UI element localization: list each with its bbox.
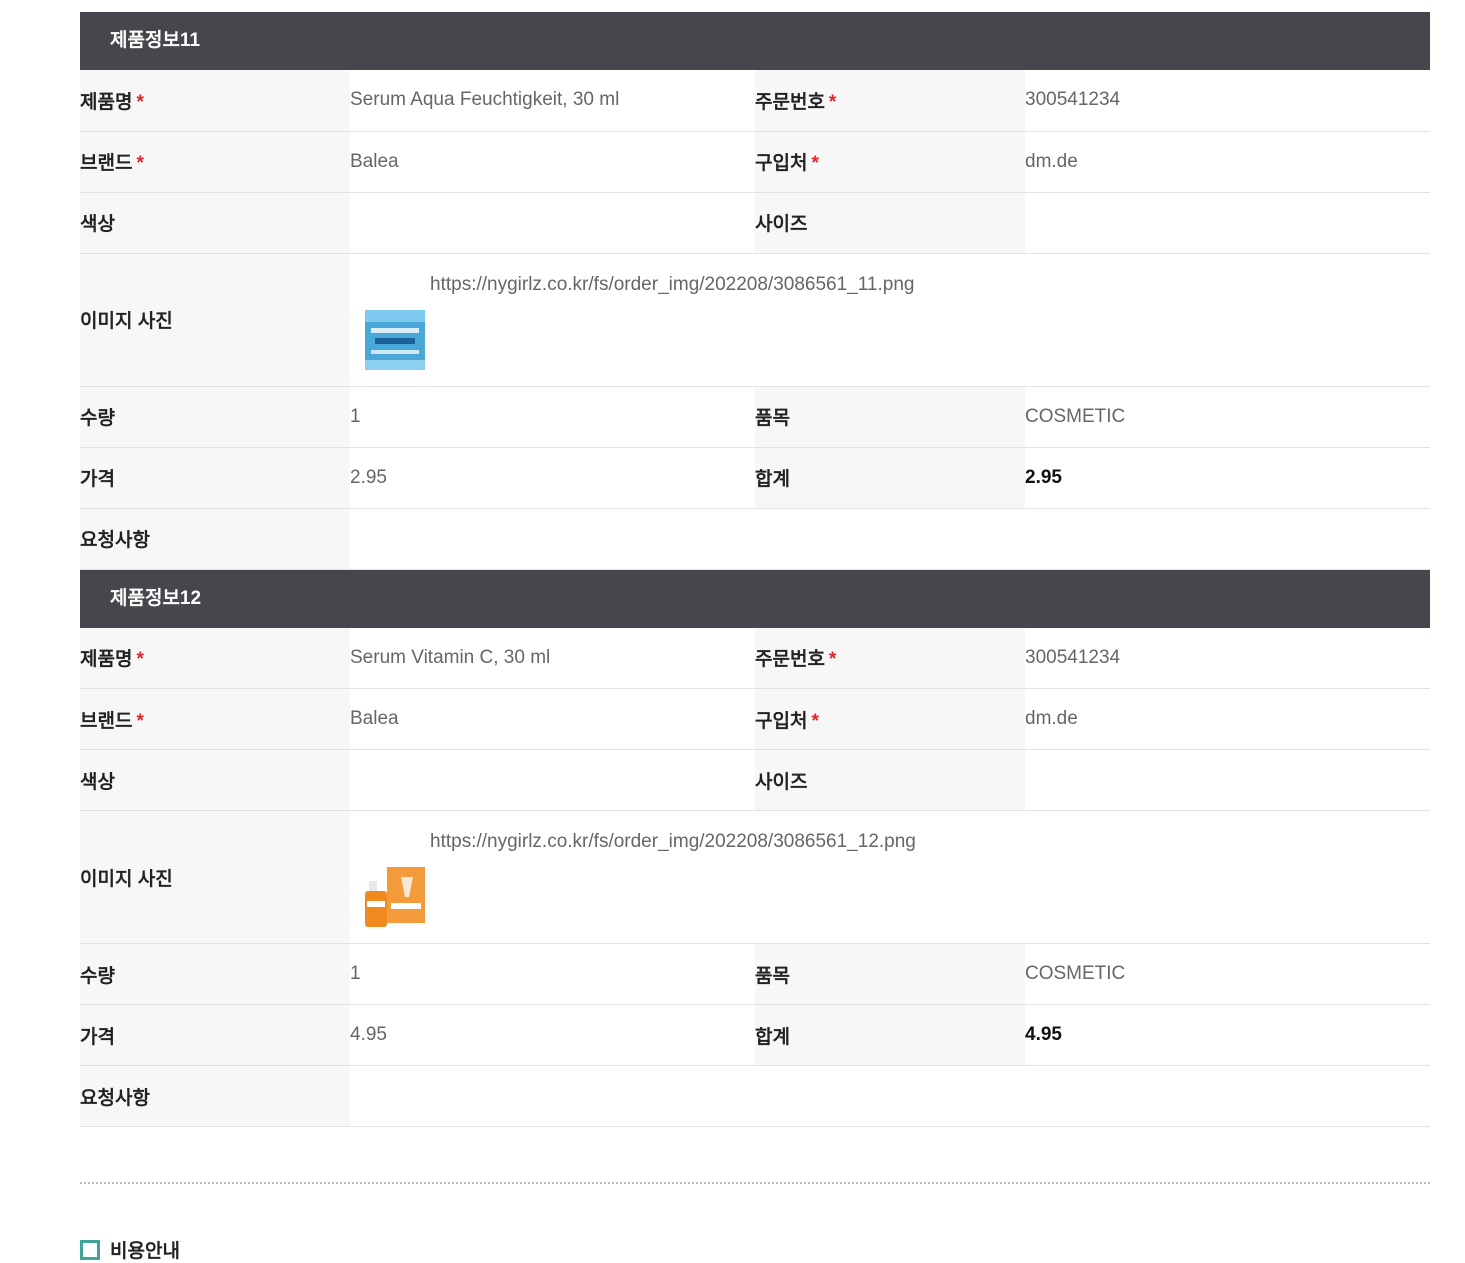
color-label: 색상: [80, 749, 350, 811]
table-row: 색상 사이즈: [80, 749, 1430, 811]
table-row: 수량 1 품목 COSMETIC: [80, 943, 1430, 1005]
brand-value: Balea: [350, 131, 755, 193]
table-row: 가격 4.95 합계 4.95: [80, 1004, 1430, 1066]
required-mark: *: [136, 91, 144, 113]
product-info-table: 제품명 * Serum Aqua Feuchtigkeit, 30 ml 주문번호…: [80, 70, 1430, 570]
order-number-label: 주문번호 *: [755, 627, 1025, 689]
table-row: 제품명 * Serum Aqua Feuchtigkeit, 30 ml 주문번호…: [80, 70, 1430, 132]
store-label: 구입처 *: [755, 131, 1025, 193]
store-value: dm.de: [1025, 688, 1430, 750]
order-number-value: 300541234: [1025, 70, 1430, 132]
color-value: [350, 749, 755, 811]
price-value: 2.95: [350, 447, 755, 509]
table-row: 요청사항: [80, 508, 1430, 570]
required-mark: *: [136, 153, 144, 174]
size-label: 사이즈: [755, 749, 1025, 811]
category-value: COSMETIC: [1025, 943, 1430, 1005]
quantity-label: 수량: [80, 943, 350, 1005]
quantity-value: 1: [350, 943, 755, 1005]
table-row: 브랜드 * Balea 구입처 * dm.de: [80, 688, 1430, 750]
image-url-link[interactable]: https://nygirlz.co.kr/fs/order_img/20220…: [430, 831, 916, 853]
brand-value: Balea: [350, 688, 755, 750]
store-label: 구입처 *: [755, 688, 1025, 750]
product-name-value: Serum Aqua Feuchtigkeit, 30 ml: [350, 70, 755, 132]
size-value: [1025, 192, 1430, 254]
color-label: 색상: [80, 192, 350, 254]
quantity-value: 1: [350, 386, 755, 448]
category-label: 품목: [755, 943, 1025, 1005]
request-label: 요청사항: [80, 1065, 350, 1127]
order-number-label: 주문번호 *: [755, 70, 1025, 132]
product-name-value: Serum Vitamin C, 30 ml: [350, 627, 755, 689]
image-label: 이미지 사진: [80, 253, 350, 387]
price-label: 가격: [80, 1004, 350, 1066]
image-cell: https://nygirlz.co.kr/fs/order_img/20220…: [350, 810, 1430, 944]
category-value: COSMETIC: [1025, 386, 1430, 448]
total-value: 4.95: [1025, 1004, 1430, 1066]
required-mark: *: [811, 153, 819, 174]
fee-section-title: 비용안내: [80, 1236, 180, 1263]
product-info-list: 제품정보11 제품명 * Serum Aqua Feuchtigkeit, 30 …: [80, 12, 1430, 1127]
table-row: 요청사항: [80, 1065, 1430, 1127]
required-mark: *: [811, 710, 819, 732]
product-name-label: 제품명 *: [80, 627, 350, 689]
image-label: 이미지 사진: [80, 810, 350, 944]
brand-label: 브랜드 *: [80, 688, 350, 750]
price-value: 4.95: [350, 1004, 755, 1066]
product-thumbnail[interactable]: [365, 309, 425, 370]
color-value: [350, 192, 755, 254]
total-label: 합계: [755, 1004, 1025, 1066]
required-mark: *: [136, 710, 144, 732]
order-number-value: 300541234: [1025, 627, 1430, 689]
table-row: 수량 1 품목 COSMETIC: [80, 386, 1430, 448]
store-value: dm.de: [1025, 131, 1430, 193]
product-info-table: 제품명 * Serum Vitamin C, 30 ml 주문번호 * 300541…: [80, 627, 1430, 1127]
product-section-header: 제품정보11: [80, 12, 1430, 70]
price-label: 가격: [80, 447, 350, 509]
required-mark: *: [136, 649, 144, 671]
product-name-label: 제품명 *: [80, 70, 350, 132]
image-cell: https://nygirlz.co.kr/fs/order_img/20220…: [350, 253, 1430, 387]
table-row: 가격 2.95 합계 2.95: [80, 447, 1430, 509]
dotted-divider: [80, 1182, 1430, 1184]
request-label: 요청사항: [80, 508, 350, 570]
request-value: [350, 508, 1430, 570]
square-bullet-icon: [80, 1239, 100, 1260]
total-label: 합계: [755, 447, 1025, 509]
brand-label: 브랜드 *: [80, 131, 350, 193]
required-mark: *: [828, 91, 837, 113]
image-url-link[interactable]: https://nygirlz.co.kr/fs/order_img/20220…: [430, 274, 914, 296]
product-section-header: 제품정보12: [80, 569, 1430, 628]
table-row: 브랜드 * Balea 구입처 * dm.de: [80, 131, 1430, 193]
product-thumbnail[interactable]: [365, 867, 425, 927]
quantity-label: 수량: [80, 386, 350, 448]
total-value: 2.95: [1025, 447, 1430, 509]
table-row: 제품명 * Serum Vitamin C, 30 ml 주문번호 * 300541…: [80, 627, 1430, 689]
table-row: 이미지 사진 https://nygirlz.co.kr/fs/order_im…: [80, 253, 1430, 387]
table-row: 이미지 사진 https://nygirlz.co.kr/fs/order_im…: [80, 810, 1430, 944]
table-row: 색상 사이즈: [80, 192, 1430, 254]
required-mark: *: [828, 649, 837, 671]
request-value: [350, 1065, 1430, 1127]
size-value: [1025, 749, 1430, 811]
size-label: 사이즈: [755, 192, 1025, 254]
category-label: 품목: [755, 386, 1025, 448]
fee-section-title-text: 비용안내: [110, 1241, 180, 1262]
